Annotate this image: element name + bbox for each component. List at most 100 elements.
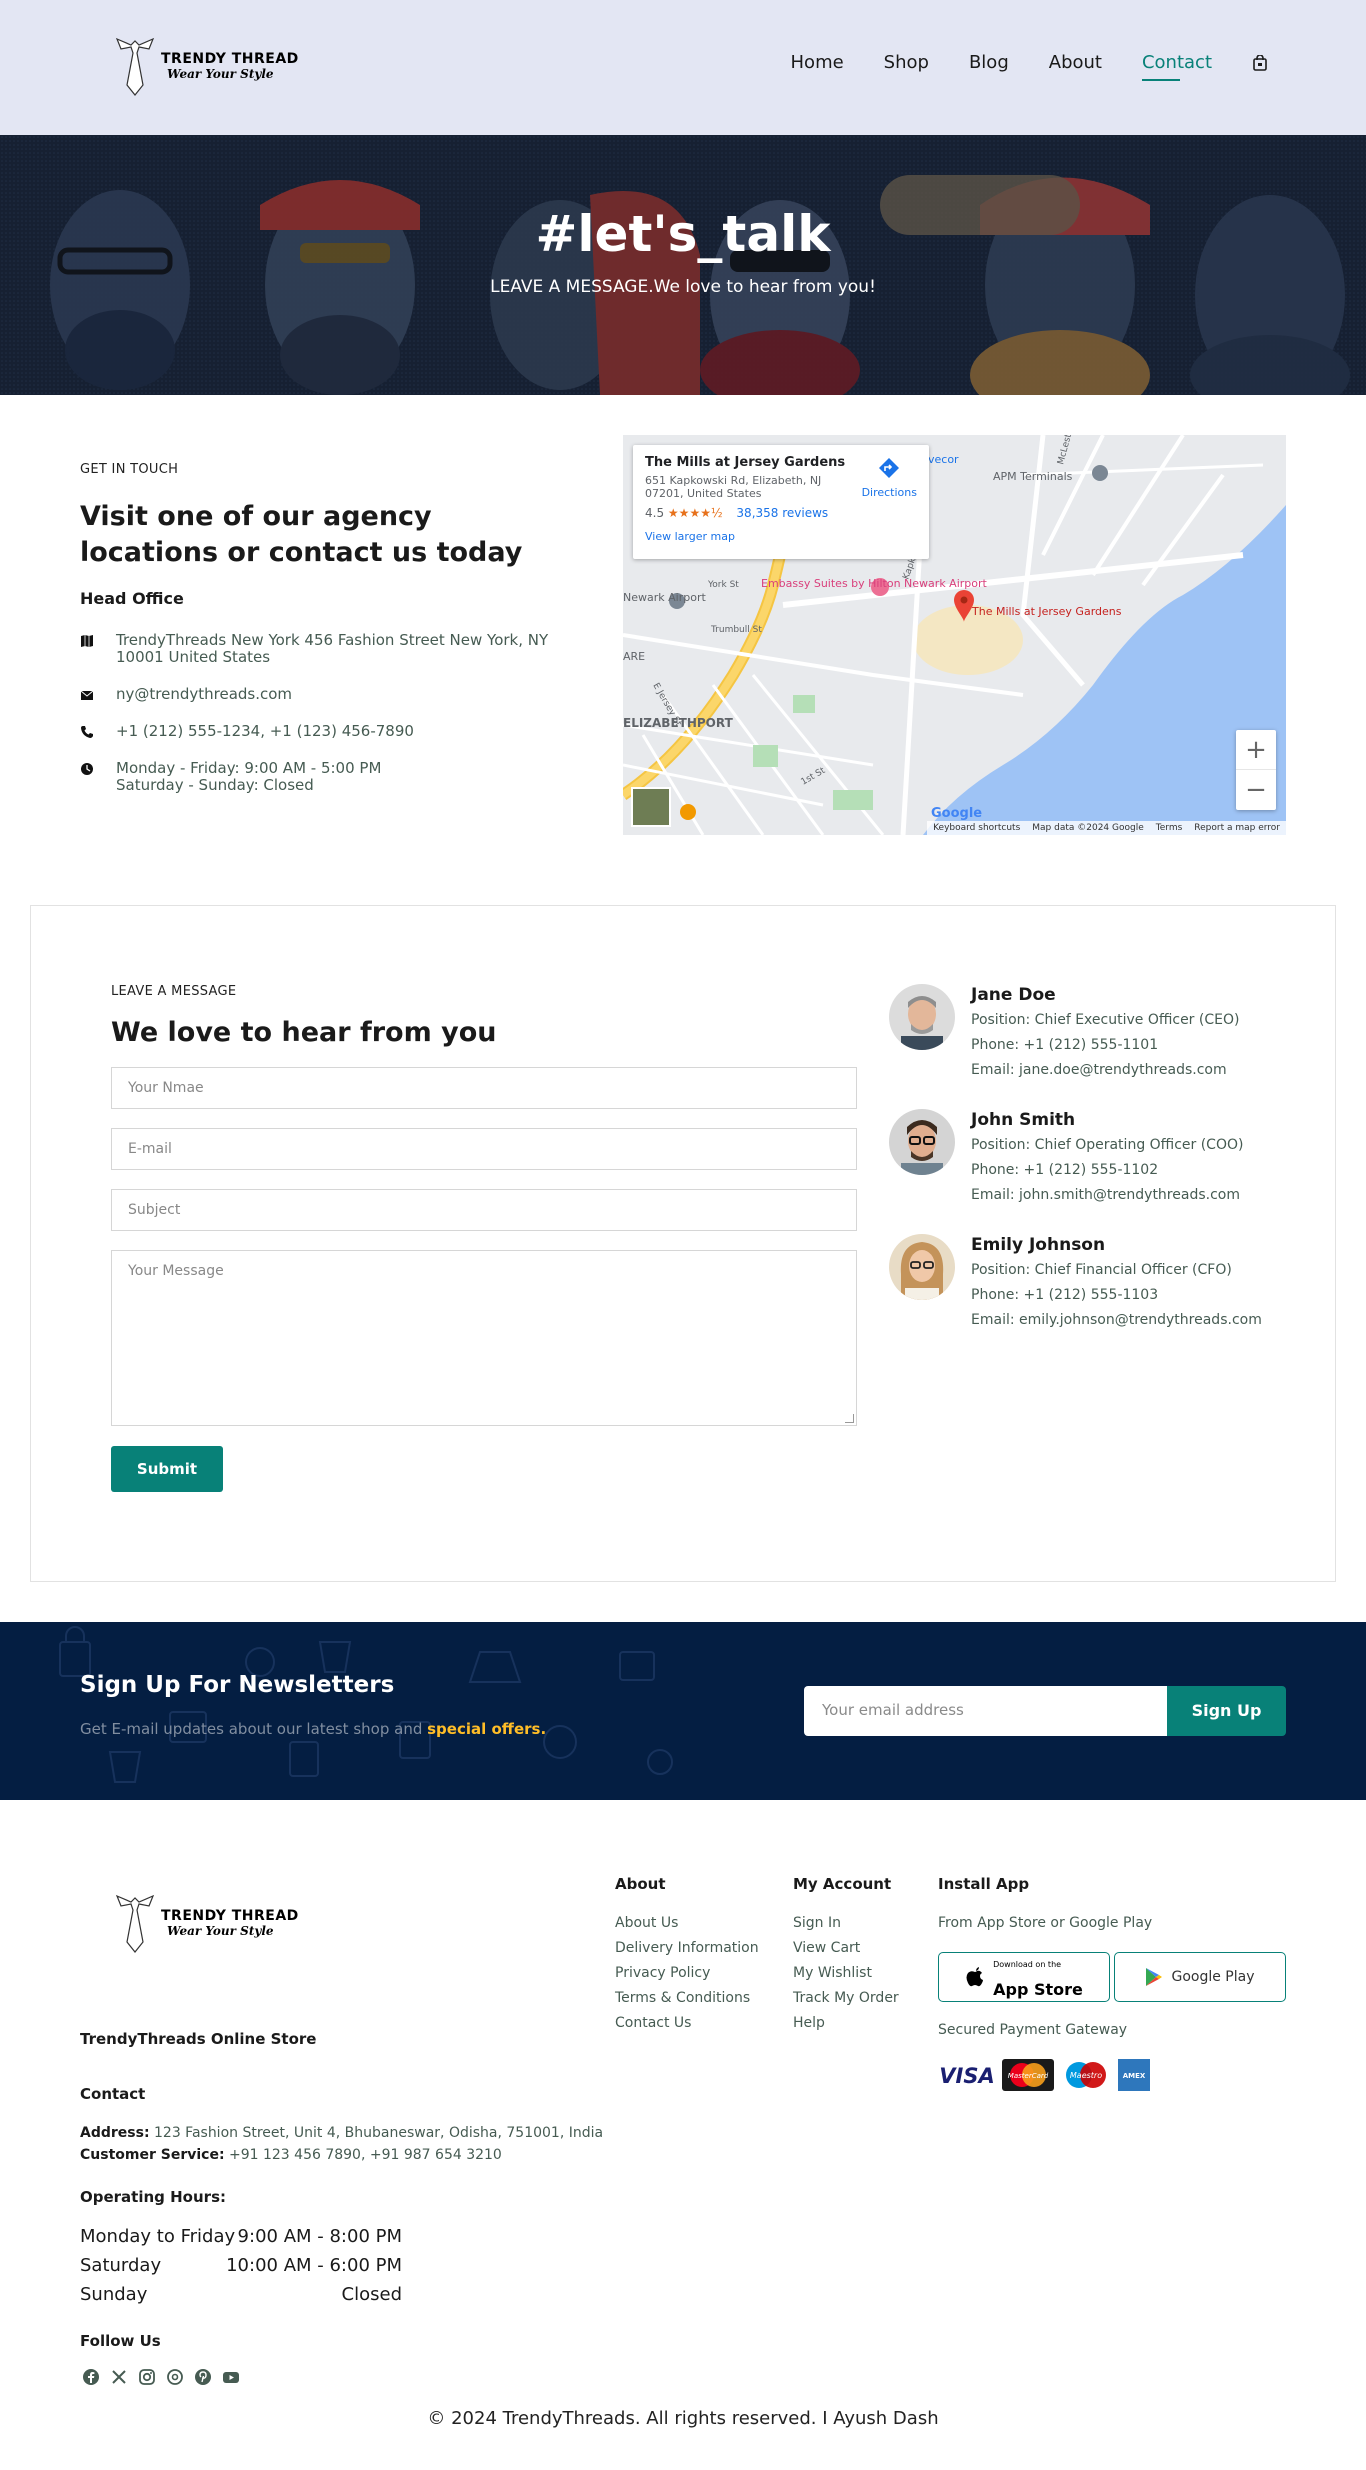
member-phone: Phone: +1 (212) 555-1102 <box>971 1162 1159 1178</box>
subject-input[interactable]: Subject <box>111 1189 857 1231</box>
footer-account-column: My Account Sign In View Cart My Wishlist… <box>793 1875 899 2036</box>
appstore-small-text: Download on the <box>993 1960 1062 1969</box>
amex-label: AMEX <box>1123 2072 1146 2080</box>
directions-icon <box>879 458 900 478</box>
map-label-apm: APM Terminals <box>993 470 1073 483</box>
copyright: © 2024 TrendyThreads. All rights reserve… <box>427 2408 939 2429</box>
submit-button[interactable]: Submit <box>111 1446 223 1492</box>
nav-about[interactable]: About <box>1049 52 1102 73</box>
footer-link-privacy[interactable]: Privacy Policy <box>615 1961 759 1986</box>
message-heading: We love to hear from you <box>111 1017 497 1048</box>
address-line-2: 10001 United States <box>116 648 271 666</box>
follow-title: Follow Us <box>80 2332 161 2350</box>
team-member: John Smith Position: Chief Operating Off… <box>889 1109 1309 1234</box>
service-label: Customer Service: <box>80 2147 225 2163</box>
footer-contact-title: Contact <box>80 2085 146 2103</box>
member-phone: Phone: +1 (212) 555-1103 <box>971 1287 1159 1303</box>
message-form: LEAVE A MESSAGE We love to hear from you… <box>111 984 857 1492</box>
reviews-link[interactable]: 38,358 reviews <box>736 506 828 520</box>
satellite-toggle[interactable] <box>631 787 671 827</box>
shopping-bag-icon[interactable] <box>1252 54 1268 71</box>
instagram-icon[interactable] <box>138 2368 156 2386</box>
hours-time: 9:00 AM - 8:00 PM <box>237 2226 402 2247</box>
facebook-icon[interactable] <box>82 2368 100 2386</box>
footer-link-signin[interactable]: Sign In <box>793 1911 899 1936</box>
head-office-title: Head Office <box>80 589 184 608</box>
pinterest-icon[interactable] <box>194 2368 212 2386</box>
message-eyebrow: LEAVE A MESSAGE <box>111 984 237 999</box>
hours-line-1: Monday - Friday: 9:00 AM - 5:00 PM <box>116 759 382 777</box>
footer-about-column: About About Us Delivery Information Priv… <box>615 1875 759 2036</box>
view-larger-map-link[interactable]: View larger map <box>645 530 917 543</box>
embedded-map[interactable]: The Mills at Jersey Gardens APM Terminal… <box>623 435 1286 835</box>
threads-icon[interactable] <box>166 2368 184 2386</box>
email-input[interactable]: E-mail <box>111 1128 857 1170</box>
footer-link-delivery[interactable]: Delivery Information <box>615 1936 759 1961</box>
footer-link-help[interactable]: Help <box>793 2011 899 2036</box>
keyboard-shortcuts-link[interactable]: Keyboard shortcuts <box>933 823 1020 833</box>
member-email[interactable]: Email: jane.doe@trendythreads.com <box>971 1058 1239 1083</box>
map-zoom-controls: + − <box>1236 730 1276 810</box>
team-member: Jane Doe Position: Chief Executive Offic… <box>889 984 1309 1109</box>
site-footer: TRENDY THREAD Wear Your Style TrendyThre… <box>0 1800 1366 2470</box>
google-play-icon <box>1146 1968 1163 1986</box>
name-input[interactable]: Your Nmae <box>111 1067 857 1109</box>
apple-icon <box>966 1967 984 1987</box>
footer-link-track[interactable]: Track My Order <box>793 1986 899 2011</box>
address-line-1: TrendyThreads New York 456 Fashion Stree… <box>116 631 549 649</box>
zoom-out-button[interactable]: − <box>1236 770 1276 810</box>
directions-label: Directions <box>861 486 917 499</box>
nav-blog[interactable]: Blog <box>969 52 1009 73</box>
signup-button[interactable]: Sign Up <box>1167 1686 1286 1736</box>
team-member: Emily Johnson Position: Chief Financial … <box>889 1234 1309 1359</box>
office-email: ny@trendythreads.com <box>80 686 570 703</box>
nav-contact[interactable]: Contact <box>1141 52 1212 81</box>
place-rating: 4.5 ★★★★½ 38,358 reviews <box>645 506 917 520</box>
site-logo[interactable]: TRENDY THREAD Wear Your Style <box>115 35 299 97</box>
social-links <box>82 2368 240 2386</box>
logo-text: TRENDY THREAD <box>161 51 299 67</box>
newsletter-email-input[interactable]: Your email address <box>804 1686 1167 1736</box>
phone-text: +1 (212) 555-1234, +1 (123) 456-7890 <box>116 722 414 740</box>
footer-logo[interactable]: TRENDY THREAD Wear Your Style <box>115 1892 299 1954</box>
member-email[interactable]: Email: john.smith@trendythreads.com <box>971 1183 1243 1208</box>
nav-shop[interactable]: Shop <box>884 52 929 73</box>
map-data-text: Map data ©2024 Google <box>1032 823 1144 833</box>
hours-table: Monday to Friday 9:00 AM - 8:00 PM Saturd… <box>80 2226 402 2313</box>
hours-title: Operating Hours: <box>80 2188 226 2206</box>
app-title: Install App <box>938 1875 1030 1893</box>
about-title: About <box>615 1875 666 1893</box>
avatar <box>889 1234 955 1300</box>
message-textarea[interactable]: Your Message <box>111 1250 857 1426</box>
member-phone: Phone: +1 (212) 555-1101 <box>971 1037 1159 1053</box>
hero-illustration <box>0 135 1366 395</box>
address-label: Address: <box>80 2125 150 2141</box>
zoom-in-button[interactable]: + <box>1236 730 1276 770</box>
google-play-button[interactable]: Google Play <box>1114 1952 1286 2002</box>
report-error-link[interactable]: Report a map error <box>1194 823 1280 833</box>
footer-link-terms[interactable]: Terms & Conditions <box>615 1986 759 2011</box>
footer-link-cart[interactable]: View Cart <box>793 1936 899 1961</box>
newsletter-highlight: special offers. <box>427 1720 547 1738</box>
terms-link[interactable]: Terms <box>1156 823 1183 833</box>
nav-home[interactable]: Home <box>791 52 844 73</box>
app-text: From App Store or Google Play <box>938 1915 1153 1931</box>
youtube-icon[interactable] <box>222 2368 240 2386</box>
footer-link-contact[interactable]: Contact Us <box>615 2011 759 2036</box>
email-text[interactable]: ny@trendythreads.com <box>116 686 292 703</box>
map-place-card: The Mills at Jersey Gardens 651 Kapkowsk… <box>633 445 929 559</box>
contact-details: GET IN TOUCH Visit one of our agency loc… <box>80 462 570 814</box>
directions-button[interactable]: Directions <box>862 457 917 499</box>
hours-row: Sunday Closed <box>80 2284 402 2313</box>
footer-link-wishlist[interactable]: My Wishlist <box>793 1961 899 1986</box>
avatar <box>889 984 955 1050</box>
app-store-button[interactable]: Download on the App Store <box>938 1952 1110 2002</box>
newsletter-title: Sign Up For Newsletters <box>80 1672 395 1698</box>
mastercard-icon: MasterCard <box>1002 2059 1054 2100</box>
footer-link-about-us[interactable]: About Us <box>615 1911 759 1936</box>
x-twitter-icon[interactable] <box>110 2368 128 2386</box>
hero-banner: #let's_talk LEAVE A MESSAGE.We love to h… <box>0 135 1366 395</box>
logo-text: TRENDY THREAD <box>161 1908 299 1924</box>
member-email[interactable]: Email: emily.johnson@trendythreads.com <box>971 1308 1262 1333</box>
account-title: My Account <box>793 1875 892 1893</box>
